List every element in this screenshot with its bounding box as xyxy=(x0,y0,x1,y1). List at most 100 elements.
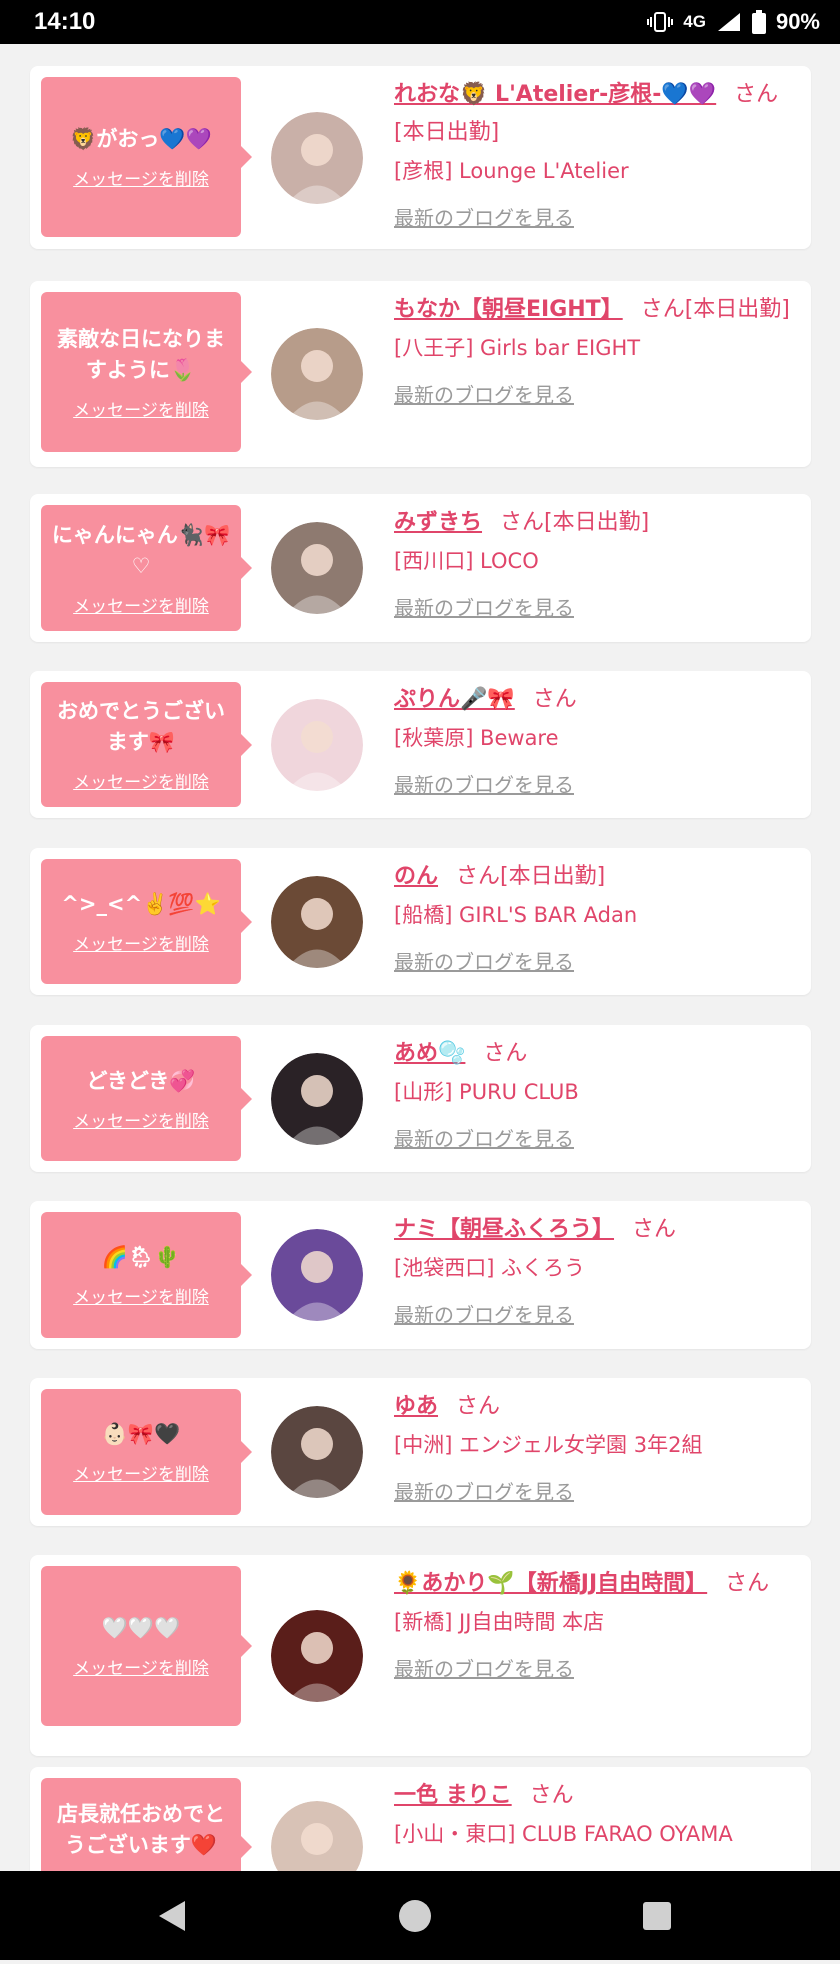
delete-message-link[interactable]: メッセージを削除 xyxy=(73,930,209,955)
list-item: おめでとうございます🎀 メッセージを削除 ぷりん🎤🎀 さん [秋葉原] Bewar… xyxy=(30,671,811,818)
shop-name: [西川口] LOCO xyxy=(394,549,539,573)
back-button[interactable] xyxy=(122,1871,222,1960)
home-icon xyxy=(399,1900,431,1932)
cast-info: もなか【朝昼EIGHT】 さん[本日出勤] [八王子] Girls bar EIG… xyxy=(394,291,799,413)
list-item: 🤍🤍🤍 メッセージを削除 🌻あかり🌱【新橋JJ自由時間】 さん [新橋] JJ自由… xyxy=(30,1555,811,1756)
name-line: ナミ【朝昼ふくろう】 さん xyxy=(394,1211,799,1249)
delete-message-link[interactable]: メッセージを削除 xyxy=(73,165,209,190)
avatar[interactable] xyxy=(271,1610,363,1702)
delete-message-link[interactable]: メッセージを削除 xyxy=(73,1107,209,1132)
delete-message-link[interactable]: メッセージを削除 xyxy=(73,592,209,617)
avatar-image xyxy=(271,1610,363,1702)
honorific: さん xyxy=(456,1394,501,1419)
delete-message-link[interactable]: メッセージを削除 xyxy=(73,768,209,793)
recents-button[interactable] xyxy=(607,1871,707,1960)
message-bubble: どきどき💞 メッセージを削除 xyxy=(41,1036,252,1161)
home-button[interactable] xyxy=(365,1871,465,1960)
avatar[interactable] xyxy=(271,699,363,791)
avatar[interactable] xyxy=(271,112,363,204)
name-line: ゆあ さん xyxy=(394,1388,799,1426)
avatar[interactable] xyxy=(271,328,363,420)
cast-name-link[interactable]: ゆあ xyxy=(394,1394,438,1419)
latest-blog-link[interactable]: 最新のブログを見る xyxy=(394,1297,574,1333)
network-type: 4G xyxy=(683,12,706,31)
latest-blog-link[interactable]: 最新のブログを見る xyxy=(394,377,574,413)
honorific: さん xyxy=(456,864,501,889)
honorific: さん xyxy=(632,1217,677,1242)
avatar-image xyxy=(271,328,363,420)
signal-icon xyxy=(717,13,740,31)
message-text: にゃんにゃん🐈‍⬛🎀♡ xyxy=(51,522,231,578)
latest-blog-link[interactable]: 最新のブログを見る xyxy=(394,1651,574,1687)
list-item: 🌈🌦🌵 メッセージを削除 ナミ【朝昼ふくろう】 さん [池袋西口] ふくろう 最新… xyxy=(30,1201,811,1349)
name-line: れおな🦁 L'Atelier-彦根-💙💜 さん [本日出勤] xyxy=(394,76,799,152)
delete-message-link[interactable]: メッセージを削除 xyxy=(73,1654,209,1679)
message-bubble: おめでとうございます🎀 メッセージを削除 xyxy=(41,682,252,807)
message-text: ^>_<^✌️💯⭐ xyxy=(61,891,221,916)
message-bubble: ^>_<^✌️💯⭐ メッセージを削除 xyxy=(41,859,252,984)
delete-message-link[interactable]: メッセージを削除 xyxy=(73,396,209,421)
avatar[interactable] xyxy=(271,522,363,614)
cast-name-link[interactable]: あめ🫧 xyxy=(394,1041,465,1066)
list-item: 🦁がおっ💙💜 メッセージを削除 れおな🦁 L'Atelier-彦根-💙💜 さん [本… xyxy=(30,66,811,249)
avatar-image xyxy=(271,876,363,968)
cast-info: 🌻あかり🌱【新橋JJ自由時間】 さん [新橋] JJ自由時間 本店 最新のブログを… xyxy=(394,1565,799,1687)
avatar[interactable] xyxy=(271,1053,363,1145)
battery-level: 90% xyxy=(775,9,820,34)
cast-info: みずきち さん[本日出勤] [西川口] LOCO 最新のブログを見る xyxy=(394,504,799,626)
latest-blog-link[interactable]: 最新のブログを見る xyxy=(394,590,574,626)
avatar-image xyxy=(271,699,363,791)
list-item: 素敵な日になりますように🌷 メッセージを削除 もなか【朝昼EIGHT】 さん[本日… xyxy=(30,281,811,467)
avatar[interactable] xyxy=(271,1229,363,1321)
shop-name: [八王子] Girls bar EIGHT xyxy=(394,336,641,360)
cast-name-link[interactable]: 一色 まりこ xyxy=(394,1783,512,1808)
message-text: 🤍🤍🤍 xyxy=(101,1616,181,1640)
work-status: [本日出勤] xyxy=(684,297,790,322)
honorific: さん xyxy=(725,1571,770,1596)
cast-name-link[interactable]: みずきち xyxy=(394,510,482,535)
cast-name-link[interactable]: 🌻あかり🌱【新橋JJ自由時間】 xyxy=(394,1571,707,1596)
message-bubble: 素敵な日になりますように🌷 メッセージを削除 xyxy=(41,292,252,452)
message-text: 店長就任おめでとうございます❤️ xyxy=(57,1801,225,1857)
shop-name: [池袋西口] ふくろう xyxy=(394,1256,586,1280)
avatar-image xyxy=(271,1053,363,1145)
shop-name: [小山・東口] CLUB FARAO OYAMA xyxy=(394,1822,733,1846)
list-item: 👶🏻🎀🖤 メッセージを削除 ゆあ さん [中洲] エンジェル女学園 3年2組 最新… xyxy=(30,1378,811,1526)
avatar-image xyxy=(271,112,363,204)
delete-message-link[interactable]: メッセージを削除 xyxy=(73,1460,209,1485)
name-line: もなか【朝昼EIGHT】 さん[本日出勤] xyxy=(394,291,799,329)
latest-blog-link[interactable]: 最新のブログを見る xyxy=(394,1121,574,1157)
shop-name: [秋葉原] Beware xyxy=(394,726,559,750)
cast-name-link[interactable]: ぷりん🎤🎀 xyxy=(394,687,515,712)
honorific: さん xyxy=(640,297,685,322)
latest-blog-link[interactable]: 最新のブログを見る xyxy=(394,767,574,803)
message-bubble: 👶🏻🎀🖤 メッセージを削除 xyxy=(41,1389,252,1515)
delete-message-link[interactable]: メッセージを削除 xyxy=(73,1283,209,1308)
cast-info: ぷりん🎤🎀 さん [秋葉原] Beware 最新のブログを見る xyxy=(394,681,799,803)
shop-name: [山形] PURU CLUB xyxy=(394,1080,579,1104)
message-text: 素敵な日になりますように🌷 xyxy=(57,326,225,382)
avatar-image xyxy=(271,522,363,614)
list-item: にゃんにゃん🐈‍⬛🎀♡ メッセージを削除 みずきち さん[本日出勤] [西川口] … xyxy=(30,494,811,642)
latest-blog-link[interactable]: 最新のブログを見る xyxy=(394,1474,574,1510)
cast-name-link[interactable]: ナミ【朝昼ふくろう】 xyxy=(394,1217,614,1242)
vibrate-icon xyxy=(647,12,674,32)
shop-name: [船橋] GIRL'S BAR Adan xyxy=(394,903,638,927)
latest-blog-link[interactable]: 最新のブログを見る xyxy=(394,200,574,236)
message-text: 🦁がおっ💙💜 xyxy=(70,127,212,151)
cast-name-link[interactable]: もなか【朝昼EIGHT】 xyxy=(394,297,623,322)
cast-name-link[interactable]: のん xyxy=(394,864,438,889)
message-bubble: 🤍🤍🤍 メッセージを削除 xyxy=(41,1566,252,1726)
name-line: のん さん[本日出勤] xyxy=(394,858,799,896)
work-status: [本日出勤] xyxy=(544,510,650,535)
cast-name-link[interactable]: れおな🦁 L'Atelier-彦根-💙💜 xyxy=(394,82,716,107)
back-icon xyxy=(159,1901,185,1931)
cast-info: のん さん[本日出勤] [船橋] GIRL'S BAR Adan 最新のブログを見… xyxy=(394,858,799,980)
avatar[interactable] xyxy=(271,876,363,968)
latest-blog-link[interactable]: 最新のブログを見る xyxy=(394,944,574,980)
work-status: [本日出勤] xyxy=(394,120,500,145)
avatar[interactable] xyxy=(271,1406,363,1498)
message-bubble: 🌈🌦🌵 メッセージを削除 xyxy=(41,1212,252,1338)
shop-name: [新橋] JJ自由時間 本店 xyxy=(394,1610,605,1634)
honorific: さん xyxy=(734,82,779,107)
